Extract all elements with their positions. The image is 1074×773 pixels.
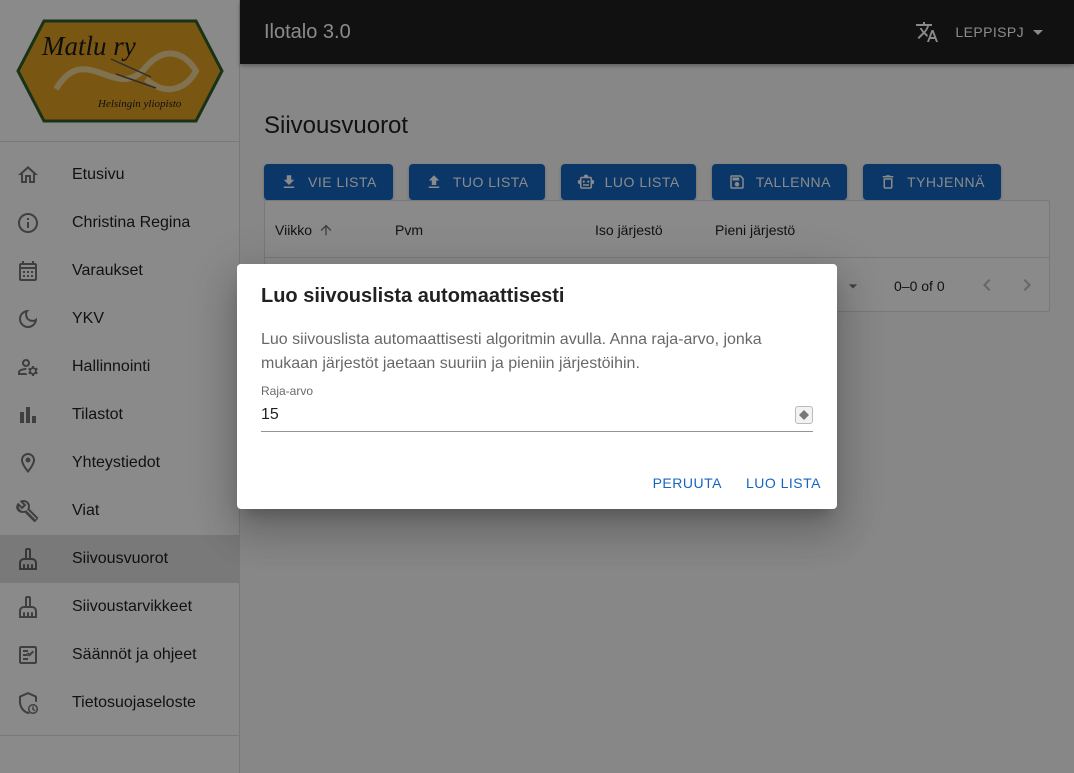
threshold-field: [261, 402, 813, 432]
cancel-button[interactable]: PERUUTA: [653, 475, 722, 491]
create-list-dialog: Luo siivouslista automaattisesti Luo sii…: [237, 264, 837, 509]
dialog-actions: PERUUTA LUO LISTA: [653, 475, 821, 491]
spin-down-icon: [799, 415, 809, 420]
number-spinner[interactable]: [795, 406, 813, 424]
threshold-input[interactable]: [261, 402, 781, 424]
create-list-confirm-button[interactable]: LUO LISTA: [746, 475, 821, 491]
modal-backdrop-appbar[interactable]: [240, 0, 1074, 64]
threshold-label: Raja-arvo: [261, 384, 314, 398]
modal-backdrop-sidebar[interactable]: [0, 0, 240, 773]
dialog-title: Luo siivouslista automaattisesti: [261, 285, 565, 307]
dialog-description: Luo siivouslista automaattisesti algorit…: [261, 331, 762, 372]
